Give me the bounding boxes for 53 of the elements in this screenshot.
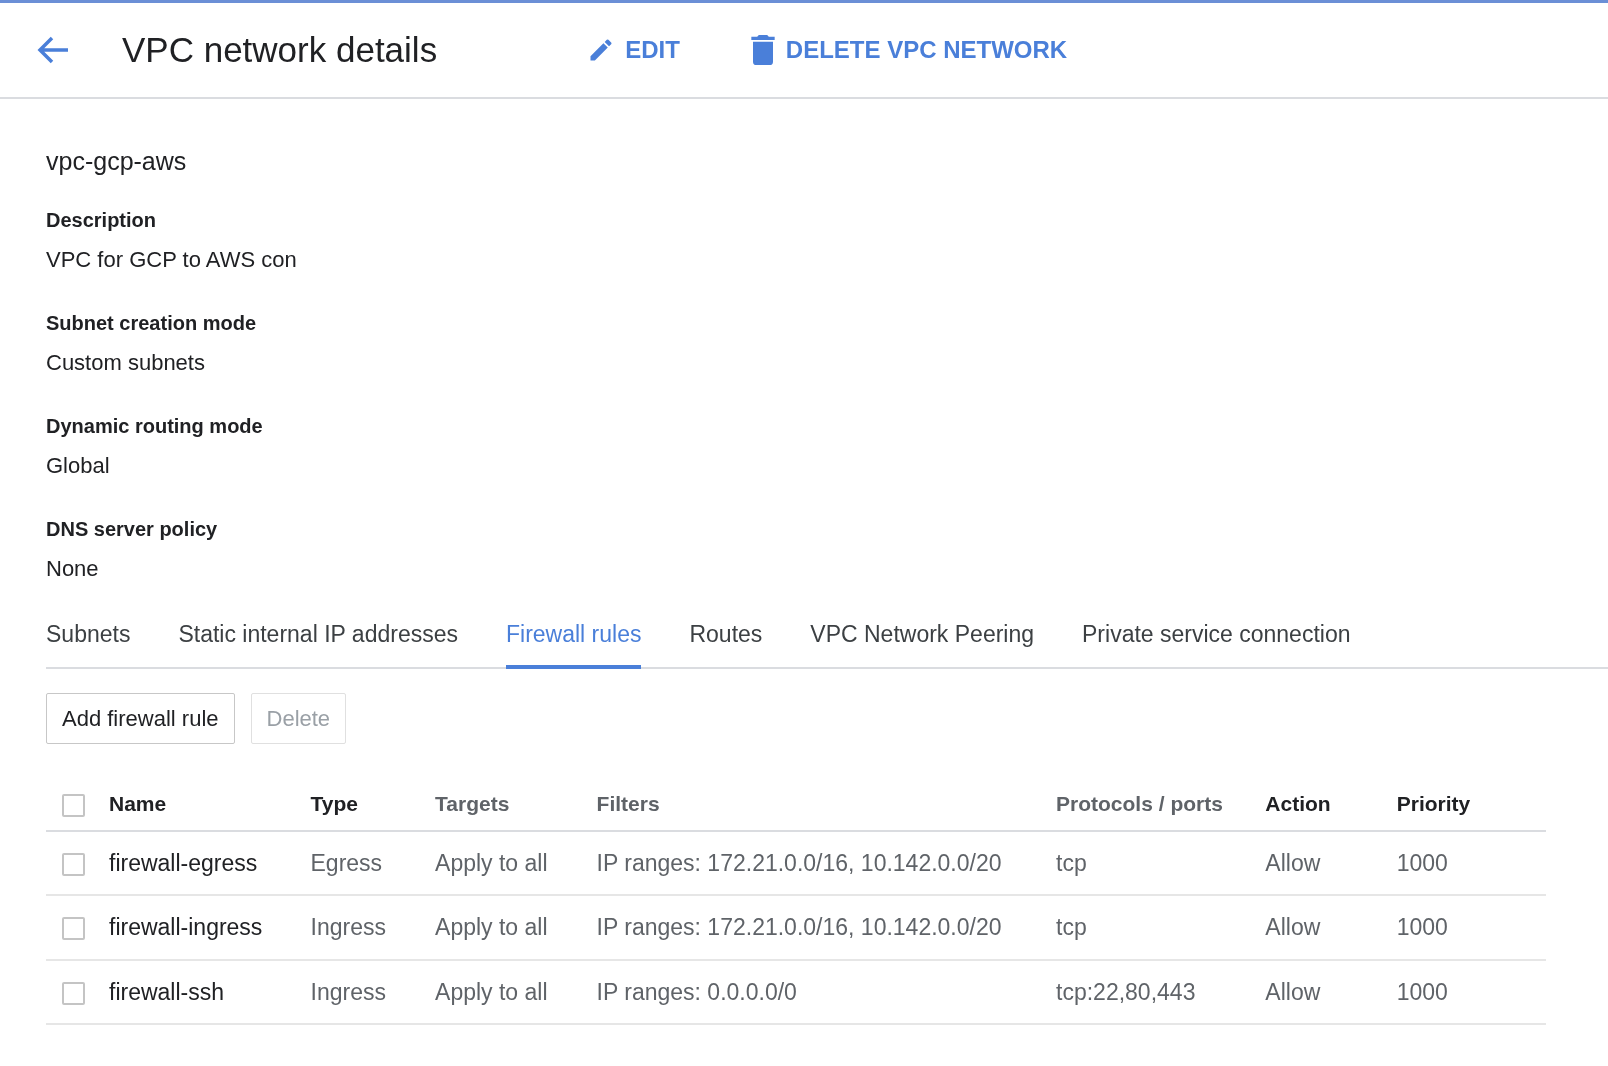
table-cell: 1000 [1396,914,1448,940]
select-all-checkbox[interactable] [62,793,85,817]
property-value: VPC for GCP to AWS con [46,245,298,274]
table-cell: 1000 [1396,978,1448,1005]
table-cell: firewall-ingress [109,914,263,940]
column-header[interactable]: Name [109,792,167,815]
table-cell: Allow [1265,849,1321,876]
property-value: None [46,554,100,583]
column-header[interactable]: Targets [435,792,510,815]
table-cell: Ingress [310,914,386,940]
table-cell: Allow [1265,978,1321,1005]
property-label: Dynamic routing mode [46,413,264,439]
table-cell: tcp [1056,914,1087,940]
table-cell: Apply to all [435,978,548,1005]
table-cell: Egress [310,849,383,876]
table-cell: tcp:22,80,443 [1056,978,1196,1005]
tab[interactable]: VPC Network Peering [810,616,1035,669]
column-header[interactable]: Filters [596,792,660,815]
row-checkbox[interactable] [62,981,85,1005]
row-checkbox[interactable] [62,852,85,876]
column-header[interactable]: Type [310,792,358,815]
table-cell: IP ranges: 172.21.0.0/16, 10.142.0.0/20 [596,849,1002,876]
column-header[interactable]: Protocols / ports [1056,792,1223,815]
property-label: DNS server policy [46,516,219,542]
tab[interactable]: Firewall rules [505,616,642,669]
tab[interactable]: Private service connection [1082,616,1351,669]
page-title: VPC network details [122,28,438,71]
table-cell: Apply to all [435,914,548,940]
column-header[interactable]: Priority [1396,792,1471,815]
tab[interactable]: Subnets [46,616,131,669]
table-cell: Apply to all [435,849,548,876]
tab[interactable]: Static internal IP addresses [178,616,458,669]
property-value: Custom subnets [46,348,206,377]
table-cell: firewall-ssh [109,978,225,1005]
table-cell: Ingress [310,978,386,1005]
table-cell: Allow [1265,914,1321,940]
table-cell: firewall-egress [109,849,258,876]
property-label: Description [46,207,158,233]
table-cell: IP ranges: 172.21.0.0/16, 10.142.0.0/20 [596,914,1002,940]
column-header[interactable]: Action [1265,792,1331,815]
trash-icon [749,35,776,65]
property-label: Subnet creation mode [46,310,258,336]
back-button[interactable] [36,35,70,65]
edit-button[interactable]: EDIT [587,32,680,68]
table-cell: tcp [1056,849,1087,876]
row-checkbox[interactable] [62,917,85,941]
property-value: Global [46,451,111,480]
delete-button[interactable]: DELETE VPC NETWORK [749,32,1068,68]
tab[interactable]: Routes [689,616,763,669]
network-name: vpc-gcp-aws [46,146,188,177]
toolbar-button[interactable]: Add firewall rule [46,693,235,744]
table-cell: 1000 [1396,849,1448,876]
table-cell: IP ranges: 0.0.0.0/0 [596,978,797,1005]
